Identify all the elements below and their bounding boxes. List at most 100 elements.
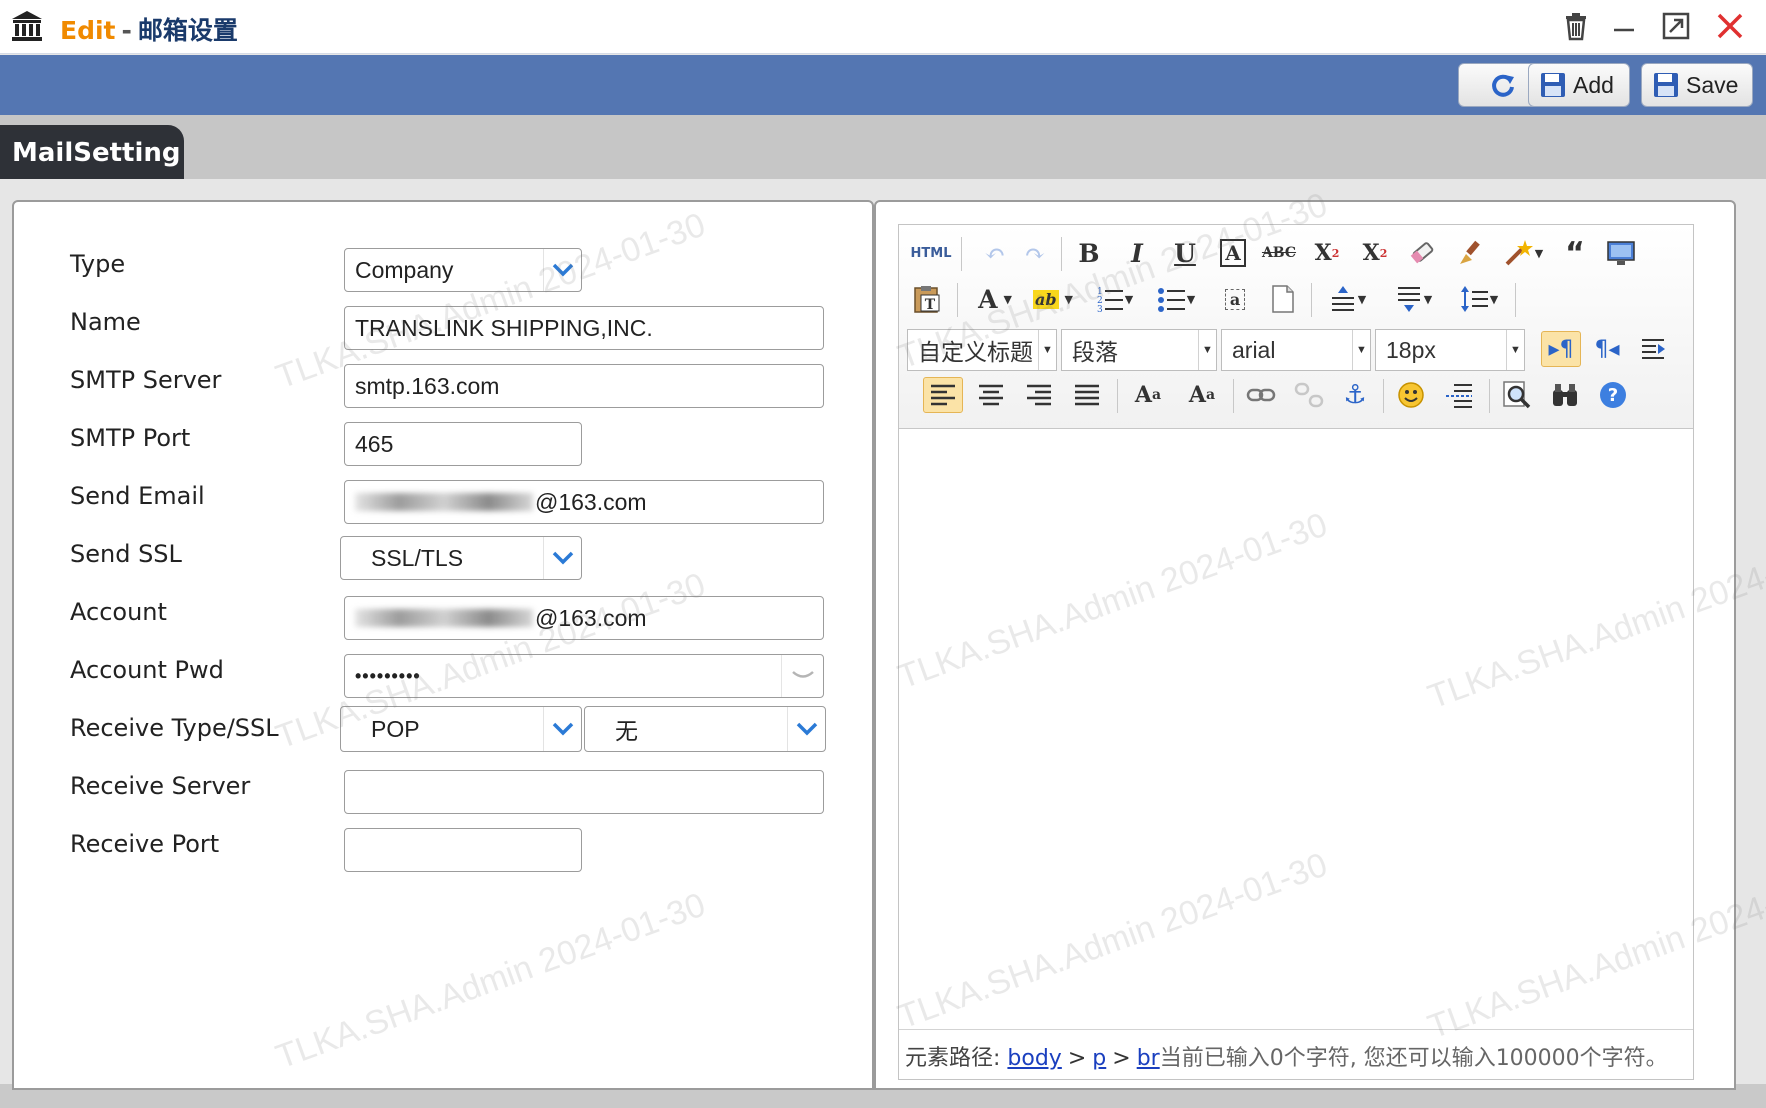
insert-code-icon[interactable]: a [1217, 281, 1253, 317]
svg-text:T: T [925, 297, 936, 313]
binoculars-search-icon[interactable] [1547, 377, 1583, 413]
password-dots: ••••••••• [355, 665, 421, 686]
dropdown-arrow-icon: ▼ [1198, 330, 1216, 370]
path-br-link[interactable]: br [1137, 1046, 1160, 1071]
chevron-down-icon [543, 707, 581, 751]
paste-plain-text-icon[interactable]: T [909, 281, 945, 317]
receive-server-field[interactable] [344, 770, 824, 814]
floppy-disk-icon [1541, 73, 1565, 97]
save-button[interactable]: Save [1641, 63, 1753, 107]
align-left-icon[interactable] [923, 377, 963, 413]
chevron-down-icon [543, 537, 581, 579]
align-justify-icon[interactable] [1067, 377, 1107, 413]
watermark: TLKA.SHA.Admin 2024-01-30 [271, 885, 711, 1077]
edit-mode-label: Edit [60, 16, 116, 45]
ordered-list-icon[interactable]: 123 ▼ [1087, 281, 1141, 317]
receive-ssl-select[interactable]: 无 [584, 706, 826, 752]
account-field[interactable]: @163.com [344, 596, 824, 640]
toolbar-separator [1233, 379, 1234, 413]
blockquote-icon[interactable]: “ [1557, 235, 1593, 271]
character-count: 当前已输入0个字符, 您还可以输入100000个字符。 [1159, 1046, 1668, 1071]
row-spacing-top-icon[interactable]: ▼ [1319, 281, 1375, 317]
emoticon-icon[interactable] [1393, 377, 1429, 413]
unlink-icon[interactable] [1291, 377, 1327, 413]
window-title: Edit - 邮箱设置 [60, 11, 238, 47]
name-field[interactable]: TRANSLINK SHIPPING,INC. [344, 306, 824, 350]
toolbar-separator [1383, 379, 1384, 413]
custom-heading-select[interactable]: 自定义标题 ▼ [907, 329, 1057, 371]
ltr-direction-icon[interactable]: ▸¶ [1541, 331, 1581, 367]
help-icon[interactable]: ? [1595, 377, 1631, 413]
indent-icon[interactable] [1635, 331, 1671, 367]
auto-format-icon[interactable]: ▼ [1499, 235, 1547, 271]
eraser-icon[interactable] [1405, 235, 1441, 271]
path-body-link[interactable]: body [1007, 1046, 1061, 1071]
action-toolbar: Add Save [0, 55, 1766, 115]
align-right-icon[interactable] [1019, 377, 1059, 413]
link-icon[interactable] [1243, 377, 1279, 413]
font-size-value: 18px [1386, 336, 1436, 363]
type-label: Type [70, 250, 126, 278]
path-separator: > [1067, 1046, 1087, 1071]
uppercase-icon[interactable]: Aa [1127, 377, 1169, 413]
page-break-icon[interactable] [1441, 377, 1477, 413]
path-p-link[interactable]: p [1092, 1046, 1106, 1071]
send-email-domain: @163.com [535, 488, 647, 515]
superscript-icon[interactable]: X2 [1309, 235, 1345, 271]
smtp-port-field[interactable]: 465 [344, 422, 582, 466]
tab-mailsetting[interactable]: MailSetting [0, 125, 184, 179]
editor-content-area[interactable] [899, 431, 1693, 1029]
path-separator: > [1112, 1046, 1131, 1071]
align-center-icon[interactable] [971, 377, 1011, 413]
anchor-icon[interactable]: ⚓ [1337, 377, 1373, 413]
row-spacing-bottom-icon[interactable]: ▼ [1385, 281, 1441, 317]
undo-icon[interactable]: ↶ [977, 235, 1013, 271]
account-pwd-field[interactable]: ••••••••• [344, 654, 824, 698]
line-height-icon[interactable]: ▼ [1451, 281, 1507, 317]
lowercase-icon[interactable]: Aa [1181, 377, 1223, 413]
receive-server-label: Receive Server [70, 772, 251, 800]
subscript-icon[interactable]: X2 [1357, 235, 1393, 271]
format-painter-icon[interactable] [1453, 235, 1489, 271]
maximize-icon[interactable] [1660, 10, 1692, 42]
html-source-icon[interactable]: HTML [909, 235, 953, 271]
unordered-list-icon[interactable]: ▼ [1149, 281, 1203, 317]
new-document-icon[interactable] [1265, 281, 1301, 317]
mail-settings-form: Type Company Name TRANSLINK SHIPPING,INC… [12, 200, 874, 1090]
send-email-label: Send Email [70, 482, 205, 510]
dropdown-arrow-icon: ▼ [1352, 330, 1370, 370]
send-ssl-select[interactable]: SSL/TLS [340, 536, 582, 580]
element-path-label: 元素路径: [905, 1046, 1001, 1071]
smtp-server-field[interactable]: smtp.163.com [344, 364, 824, 408]
redo-icon[interactable]: ↷ [1017, 235, 1053, 271]
close-icon[interactable] [1714, 10, 1746, 42]
bold-icon[interactable]: B [1071, 235, 1107, 271]
toolbar-separator [1515, 283, 1516, 317]
add-button-label: Add [1573, 71, 1614, 98]
rtl-direction-icon[interactable]: ¶◂ [1587, 331, 1627, 367]
font-color-icon[interactable]: A ▼ [969, 281, 1021, 317]
highlight-color-icon[interactable]: ab ▼ [1025, 281, 1081, 317]
trash-icon[interactable] [1560, 10, 1592, 42]
floppy-disk-icon [1654, 73, 1678, 97]
preview-icon[interactable] [1603, 235, 1639, 271]
type-select[interactable]: Company [344, 248, 582, 292]
dropdown-arrow-icon: ▼ [1038, 330, 1056, 370]
italic-icon[interactable]: I [1119, 235, 1155, 271]
font-border-icon[interactable]: A [1215, 235, 1251, 271]
underline-icon[interactable]: U [1167, 235, 1203, 271]
receive-type-select[interactable]: POP [340, 706, 582, 752]
paragraph-format-select[interactable]: 段落 ▼ [1061, 329, 1217, 371]
receive-port-field[interactable] [344, 828, 582, 872]
dropdown-arrow-icon: ▼ [1506, 330, 1524, 370]
font-family-select[interactable]: arial ▼ [1221, 329, 1371, 371]
strikethrough-icon[interactable]: ABC [1261, 235, 1297, 271]
add-button[interactable]: Add [1528, 63, 1630, 107]
eye-closed-icon[interactable] [781, 655, 823, 697]
receive-type-select-value: POP [371, 715, 420, 742]
title-separator: - [121, 16, 132, 45]
send-email-field[interactable]: @163.com [344, 480, 824, 524]
minimize-icon[interactable] [1608, 10, 1640, 42]
font-size-select[interactable]: 18px ▼ [1375, 329, 1525, 371]
preview-zoom-icon[interactable] [1499, 377, 1535, 413]
